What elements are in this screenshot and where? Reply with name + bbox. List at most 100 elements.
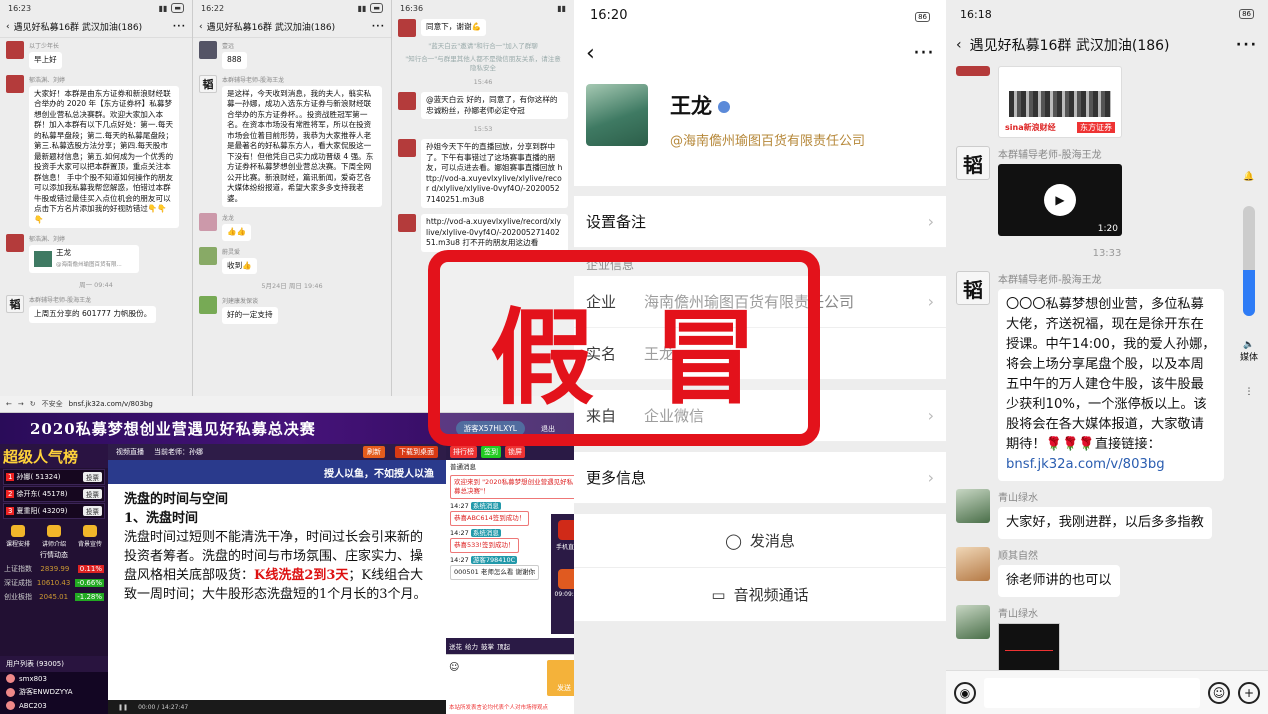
- more-icon[interactable]: ···: [913, 41, 934, 66]
- avatar[interactable]: [199, 296, 217, 314]
- message-bubble[interactable]: 孙姐今天下午的直播回放，分享到群中了。下午有事错过了这场赛事直播的朋友，可以点进…: [421, 139, 568, 208]
- chat-input-bar: ◉ ☺ +: [946, 670, 1268, 714]
- avatar[interactable]: 韬: [956, 271, 990, 305]
- message-bubble[interactable]: 是这样，今天收到消息，我的夫人，翦实私募一孙娜，成功入选东方证券与新浪财经联合举…: [222, 85, 382, 207]
- user-item[interactable]: 游客ENWDZYYA: [0, 685, 108, 699]
- play-icon[interactable]: ▶: [1044, 184, 1076, 216]
- user-item[interactable]: ABC203: [0, 699, 108, 712]
- user-avatar: [6, 674, 15, 683]
- message-bubble[interactable]: 徐老师讲的也可以: [998, 565, 1120, 597]
- bell-icon[interactable]: 🔔: [1243, 172, 1254, 182]
- tab-lock[interactable]: 锁屏: [505, 446, 525, 458]
- back-icon[interactable]: ‹: [586, 41, 595, 66]
- forward-icon[interactable]: →: [18, 400, 24, 408]
- message-bubble[interactable]: @蓝天白云 好的，同意了，有你这样的忠诚粉丝，孙娜老师必定夺冠: [421, 92, 568, 119]
- address-bar[interactable]: bnsf.jk32a.com/v/803bg: [69, 400, 153, 408]
- more-icon[interactable]: ⋮: [1245, 387, 1254, 397]
- refresh-button[interactable]: 刷新: [363, 446, 385, 458]
- video-call-button[interactable]: ▭ 音视频通话: [574, 568, 946, 622]
- vote-button[interactable]: 投票: [83, 506, 102, 516]
- avatar[interactable]: [956, 605, 990, 639]
- tab-video-live[interactable]: 视频直播: [116, 447, 144, 457]
- avatar[interactable]: [6, 74, 24, 93]
- system-notice: "知行合一"与群里其他人都不是微信朋友关系，请注意隐私安全: [405, 55, 561, 72]
- vote-button[interactable]: 投票: [83, 472, 102, 482]
- avatar[interactable]: [6, 41, 24, 59]
- video-message[interactable]: ▶ 1:20: [998, 164, 1122, 236]
- message-bubble[interactable]: 收到👍: [222, 257, 257, 274]
- reload-icon[interactable]: ↻: [30, 400, 36, 408]
- message-bubble[interactable]: 大家好，我刚进群，以后多多指教: [998, 507, 1212, 539]
- more-icon[interactable]: ···: [1236, 37, 1258, 53]
- avatar[interactable]: 韬: [956, 146, 990, 180]
- tab-signin[interactable]: 签到: [481, 446, 501, 458]
- back-icon[interactable]: ‹: [6, 22, 10, 32]
- back-icon[interactable]: ‹: [956, 37, 962, 53]
- user-item[interactable]: smx803: [0, 672, 108, 685]
- message: 蔚灵爱 收到👍: [193, 244, 391, 278]
- chat-input[interactable]: ☺ 发送: [446, 654, 585, 700]
- avatar[interactable]: 韬: [199, 74, 217, 93]
- message-bubble[interactable]: 👍👍: [222, 224, 251, 241]
- message: 韬 本群辅导老师-股海王龙 〇〇〇私募梦想创业营，多位私募大佬，齐送祝福，现在是…: [946, 267, 1268, 485]
- message-bubble[interactable]: 同意下，谢谢💪: [421, 19, 487, 36]
- avatar[interactable]: [956, 66, 990, 76]
- back-icon[interactable]: ‹: [199, 22, 203, 32]
- event-photo[interactable]: sina新浪财经 东方证券: [998, 66, 1122, 138]
- message-bubble[interactable]: 早上好: [29, 52, 62, 69]
- sender-name: 本群辅导老师-股海王龙: [29, 297, 92, 304]
- message-input[interactable]: [984, 677, 1200, 708]
- chevron-right-icon: ›: [927, 212, 934, 231]
- status-time: 16:36: [400, 3, 424, 13]
- avatar[interactable]: [398, 92, 416, 110]
- tab-rank[interactable]: 排行榜: [450, 446, 477, 458]
- status-time: 16:22: [201, 3, 225, 13]
- user-avatar: [6, 687, 15, 697]
- message-bubble[interactable]: 大家好！本群是由东方证券和新浪财经联合举办的 2020 年【东方证券杯】私募梦想…: [29, 85, 179, 228]
- message-bubble[interactable]: 好的一定支持: [222, 307, 278, 324]
- chat-header: ‹ 遇见好私募16群 武汉加油(186) ···: [946, 28, 1268, 62]
- avatar[interactable]: [199, 213, 217, 231]
- pause-icon[interactable]: ❚❚: [118, 704, 128, 711]
- message-bubble[interactable]: 〇〇〇私募梦想创业营，多位私募大佬，齐送祝福，现在是徐开东在授课。中午14:00…: [998, 289, 1224, 481]
- more-info-row[interactable]: 更多信息 ›: [574, 452, 946, 504]
- gift-power[interactable]: 给力: [465, 641, 478, 651]
- set-remark-row[interactable]: 设置备注 ›: [574, 196, 946, 248]
- contact-card[interactable]: 王龙 @海南儋州瑜图百货有限...: [29, 245, 139, 273]
- message-bubble[interactable]: http://vod-a.xuyevlxylive/record/xlylive…: [421, 214, 568, 252]
- avatar[interactable]: [398, 19, 416, 37]
- avatar[interactable]: [199, 41, 217, 59]
- more-icon[interactable]: ···: [173, 22, 186, 32]
- avatar[interactable]: 韬: [6, 295, 24, 313]
- avatar[interactable]: [398, 139, 416, 157]
- emoji-icon[interactable]: ☺: [446, 659, 462, 676]
- sender-name: 顺其自然: [998, 551, 1038, 562]
- avatar[interactable]: [956, 489, 990, 523]
- course-schedule-button[interactable]: 课程安排: [6, 525, 30, 548]
- media-button[interactable]: 🔈 媒体: [1240, 340, 1258, 363]
- rank-title: 超级人气榜: [0, 444, 108, 468]
- background-button[interactable]: 背景宣传: [78, 525, 102, 548]
- voice-icon[interactable]: ◉: [954, 681, 976, 704]
- profile-avatar[interactable]: [586, 84, 648, 146]
- avatar[interactable]: [199, 246, 217, 265]
- teacher-intro-button[interactable]: 讲师介绍: [42, 525, 66, 548]
- back-icon[interactable]: ←: [6, 400, 12, 408]
- message-link[interactable]: bnsf.jk32a.com/v/803bg: [1006, 457, 1165, 472]
- gift-flower[interactable]: 送花: [449, 641, 462, 651]
- download-button[interactable]: 下载到桌面: [395, 446, 438, 458]
- more-icon[interactable]: ···: [372, 22, 385, 32]
- gift-clap[interactable]: 鼓掌: [481, 641, 494, 651]
- emoji-icon[interactable]: ☺: [1208, 681, 1230, 704]
- avatar[interactable]: [6, 234, 24, 252]
- plus-icon[interactable]: +: [1238, 681, 1260, 704]
- gift-up[interactable]: 顶起: [497, 641, 510, 651]
- avatar[interactable]: [956, 547, 990, 581]
- message-bubble[interactable]: 888: [222, 52, 247, 69]
- vote-button[interactable]: 投票: [83, 489, 102, 499]
- volume-slider[interactable]: [1243, 206, 1255, 316]
- teacher-icon: [46, 525, 61, 537]
- send-message-button[interactable]: ◯ 发消息: [574, 514, 946, 568]
- message-bubble[interactable]: 上周五分享的 601777 力帆股份。: [29, 306, 157, 323]
- avatar[interactable]: [398, 214, 416, 232]
